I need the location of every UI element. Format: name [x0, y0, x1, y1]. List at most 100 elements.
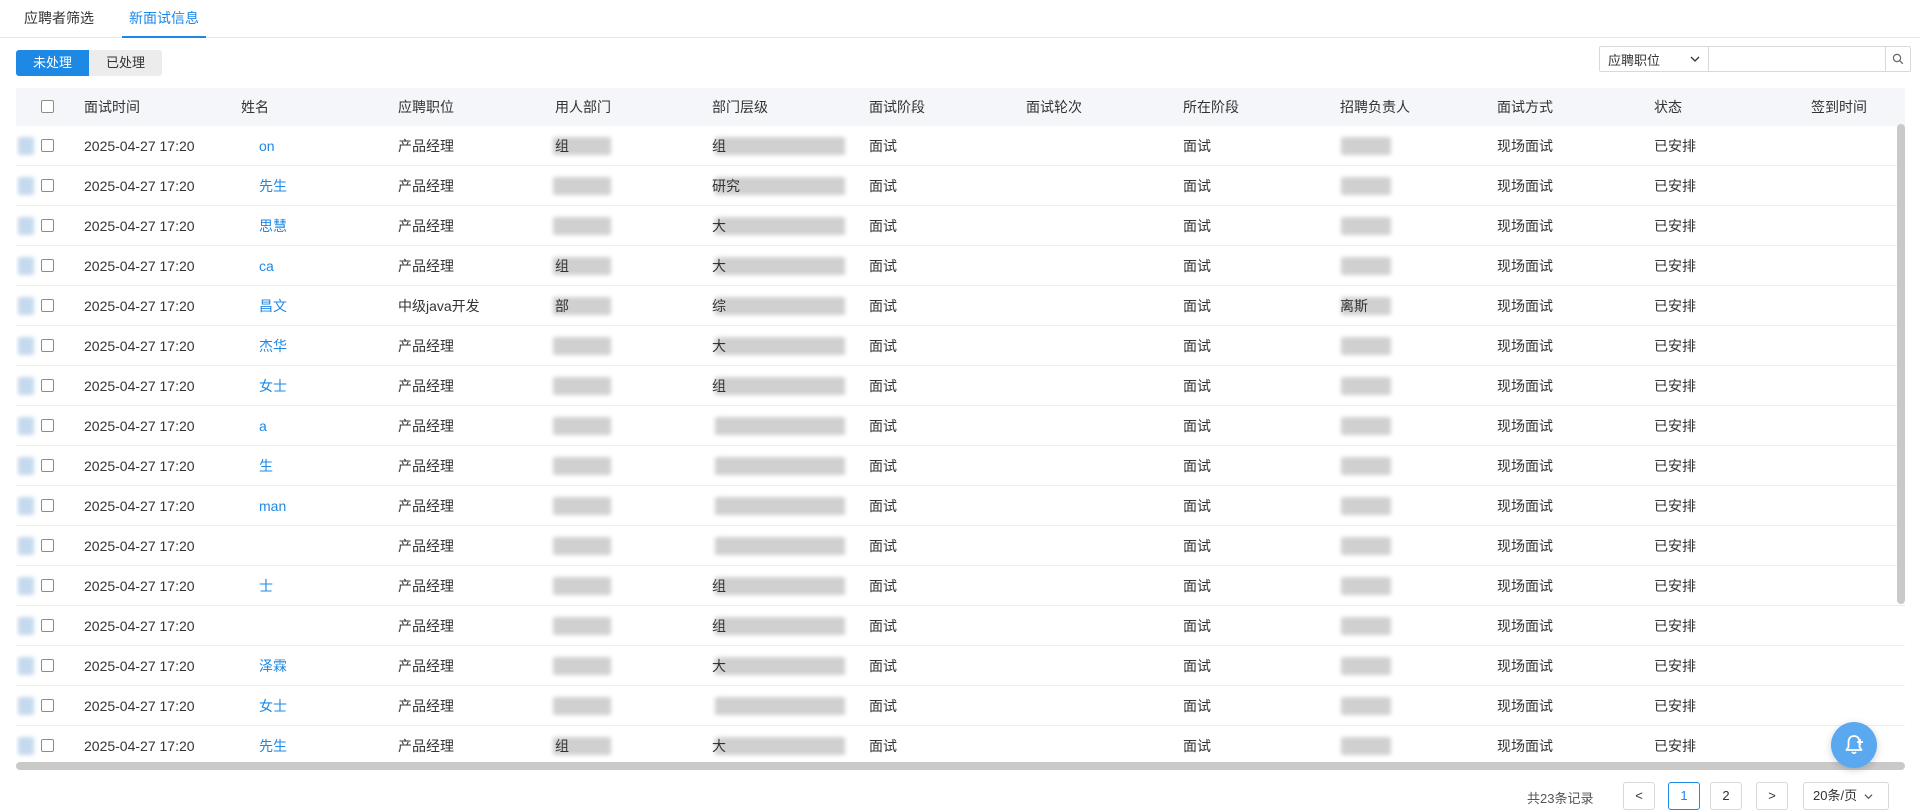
cell-dept-level: 组: [712, 578, 726, 594]
redacted-block: [1341, 697, 1391, 715]
cell-name[interactable]: 杰华: [241, 326, 287, 366]
row-checkbox[interactable]: [41, 659, 54, 672]
table-row[interactable]: 2025-04-27 17:20 man 产品经理 面试 面试 现场面试 已安排: [16, 486, 1905, 526]
cell-name[interactable]: 昌文: [241, 286, 287, 326]
search-button[interactable]: [1885, 47, 1910, 71]
tab-new-interview-info[interactable]: 新面试信息: [122, 0, 206, 38]
table-row[interactable]: 2025-04-27 17:20 a 产品经理 面试 面试 现场面试 已安排: [16, 406, 1905, 446]
table-row[interactable]: 2025-04-27 17:20 产品经理 组 面试 面试 现场面试 已安排: [16, 606, 1905, 646]
cell-department: 组: [555, 258, 569, 274]
cell-status: 已安排: [1654, 138, 1696, 154]
vertical-scrollbar[interactable]: [1897, 124, 1905, 604]
table-row[interactable]: 2025-04-27 17:20 杰华 产品经理 大 面试 面试 现场面试 已安排: [16, 326, 1905, 366]
cell-interview-mode: 现场面试: [1497, 298, 1553, 314]
table-row[interactable]: 2025-04-27 17:20 昌文 中级java开发 部 综 面试 面试 离斯 现场面试 已安…: [16, 286, 1905, 326]
table-row[interactable]: 2025-04-27 17:20 on 产品经理 组 组 面试 面试 现场面试 已安排: [16, 126, 1905, 166]
col-interview-phase[interactable]: 面试阶段: [869, 88, 925, 126]
cell-name[interactable]: a: [241, 406, 267, 446]
table-row[interactable]: 2025-04-27 17:20 先生 产品经理 组 大 面试 面试 现场面试 已安排: [16, 726, 1905, 762]
table-row[interactable]: 2025-04-27 17:20 ca 产品经理 组 大 面试 面试 现场面试 已安排: [16, 246, 1905, 286]
col-signin-time[interactable]: 签到时间: [1811, 88, 1867, 126]
cell-name[interactable]: 先生: [241, 166, 287, 206]
row-checkbox[interactable]: [41, 539, 54, 552]
col-interview-round[interactable]: 面试轮次: [1026, 88, 1082, 126]
col-position[interactable]: 应聘职位: [398, 88, 454, 126]
position-filter-select[interactable]: 应聘职位: [1600, 47, 1709, 71]
page-2-button[interactable]: 2: [1710, 782, 1742, 810]
cell-position: 产品经理: [398, 378, 454, 394]
tab-candidate-screening[interactable]: 应聘者筛选: [24, 0, 94, 38]
row-checkbox[interactable]: [41, 739, 54, 752]
cell-name[interactable]: [241, 606, 259, 646]
table-row[interactable]: 2025-04-27 17:20 士 产品经理 组 面试 面试 现场面试 已安排: [16, 566, 1905, 606]
cell-interview-time: 2025-04-27 17:20: [84, 418, 195, 434]
row-checkbox[interactable]: [41, 699, 54, 712]
cell-interview-time: 2025-04-27 17:20: [84, 458, 195, 474]
table-row[interactable]: 2025-04-27 17:20 泽霖 产品经理 大 面试 面试 现场面试 已安排: [16, 646, 1905, 686]
col-interview-mode[interactable]: 面试方式: [1497, 88, 1553, 126]
row-checkbox[interactable]: [41, 419, 54, 432]
cell-position: 产品经理: [398, 418, 454, 434]
cell-interview-mode: 现场面试: [1497, 418, 1553, 434]
table-row[interactable]: 2025-04-27 17:20 思慧 产品经理 大 面试 面试 现场面试 已安排: [16, 206, 1905, 246]
cell-name[interactable]: 女士: [241, 366, 287, 406]
notification-fab[interactable]: [1831, 722, 1877, 768]
unprocessed-button[interactable]: 未处理: [16, 50, 90, 76]
row-checkbox[interactable]: [41, 499, 54, 512]
position-filter-label: 应聘职位: [1608, 52, 1661, 68]
redacted-block: [1341, 737, 1391, 755]
cell-dept-level: 大: [712, 258, 726, 274]
row-checkbox[interactable]: [41, 299, 54, 312]
col-name[interactable]: 姓名: [241, 88, 269, 126]
cell-name[interactable]: 先生: [241, 726, 287, 762]
row-checkbox[interactable]: [41, 579, 54, 592]
page-1-button[interactable]: 1: [1668, 782, 1700, 810]
cell-interview-mode: 现场面试: [1497, 218, 1553, 234]
table-row[interactable]: 2025-04-27 17:20 产品经理 面试 面试 现场面试 已安排: [16, 526, 1905, 566]
cell-interview-phase: 面试: [869, 218, 897, 234]
prev-page-button[interactable]: <: [1623, 782, 1655, 810]
col-department[interactable]: 用人部门: [555, 88, 611, 126]
next-page-button[interactable]: >: [1756, 782, 1788, 810]
row-checkbox[interactable]: [41, 339, 54, 352]
processed-button[interactable]: 已处理: [89, 50, 163, 76]
redacted-block: [553, 417, 611, 435]
redacted-block: [18, 337, 34, 355]
row-checkbox[interactable]: [41, 179, 54, 192]
col-dept-level[interactable]: 部门层级: [712, 88, 768, 126]
cell-name[interactable]: [241, 526, 259, 566]
row-checkbox[interactable]: [41, 619, 54, 632]
col-recruiter[interactable]: 招聘负责人: [1340, 88, 1410, 126]
row-checkbox[interactable]: [41, 259, 54, 272]
table-row[interactable]: 2025-04-27 17:20 先生 产品经理 研究 面试 面试 现场面试 已安排: [16, 166, 1905, 206]
cell-interview-time: 2025-04-27 17:20: [84, 298, 195, 314]
col-status[interactable]: 状态: [1654, 88, 1682, 126]
bell-icon: [1845, 735, 1863, 755]
col-interview-time[interactable]: 面试时间: [84, 88, 140, 126]
row-checkbox[interactable]: [41, 219, 54, 232]
cell-name[interactable]: 泽霖: [241, 646, 287, 686]
cell-name[interactable]: 女士: [241, 686, 287, 726]
select-all-checkbox[interactable]: [41, 100, 54, 113]
horizontal-scrollbar[interactable]: [16, 762, 1905, 770]
table-row[interactable]: 2025-04-27 17:20 生 产品经理 面试 面试 现场面试 已安排: [16, 446, 1905, 486]
cell-name[interactable]: man: [241, 486, 286, 526]
table-row[interactable]: 2025-04-27 17:20 女士 产品经理 组 面试 面试 现场面试 已安排: [16, 366, 1905, 406]
page-size-select[interactable]: 20条/页: [1803, 782, 1889, 810]
cell-name[interactable]: on: [241, 126, 275, 166]
cell-name[interactable]: 思慧: [241, 206, 287, 246]
row-checkbox[interactable]: [41, 459, 54, 472]
redacted-block: [1341, 617, 1391, 635]
cell-current-stage: 面试: [1183, 578, 1211, 594]
search-input[interactable]: [1709, 47, 1885, 71]
table-row[interactable]: 2025-04-27 17:20 女士 产品经理 面试 面试 现场面试 已安排: [16, 686, 1905, 726]
row-checkbox[interactable]: [41, 139, 54, 152]
redacted-block: [715, 737, 845, 755]
redacted-block: [553, 337, 611, 355]
cell-name[interactable]: ca: [241, 246, 274, 286]
row-checkbox[interactable]: [41, 379, 54, 392]
col-current-stage[interactable]: 所在阶段: [1183, 88, 1239, 126]
cell-name[interactable]: 士: [241, 566, 273, 606]
cell-dept-level: 大: [712, 218, 726, 234]
cell-name[interactable]: 生: [241, 446, 273, 486]
